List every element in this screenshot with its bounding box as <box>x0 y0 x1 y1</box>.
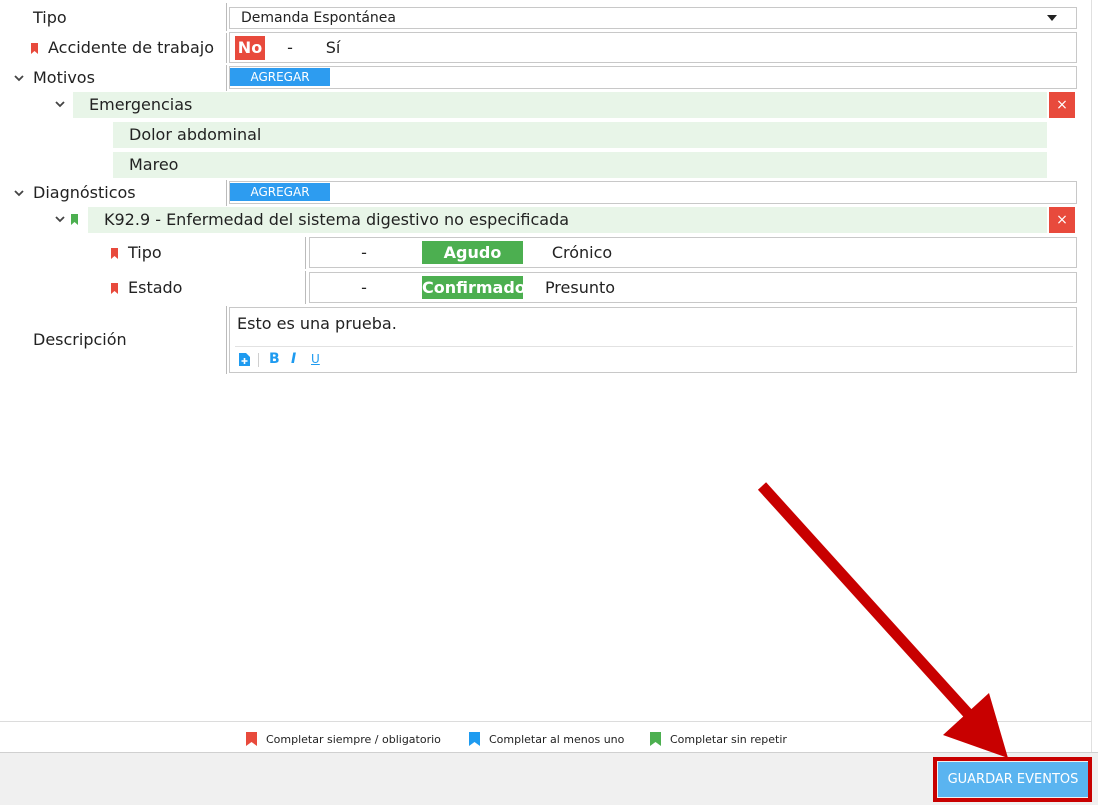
annotation-arrow-icon <box>757 482 1008 758</box>
